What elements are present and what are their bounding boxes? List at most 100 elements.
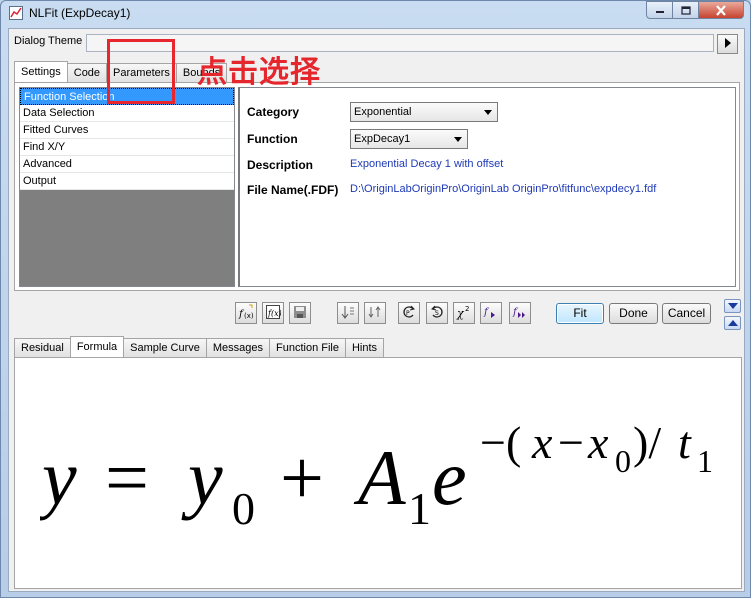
fit-until-done-button[interactable]: f [509,302,531,324]
reset-icon: P [402,305,416,322]
description-value: Exponential Decay 1 with offset [350,158,504,170]
done-button[interactable]: Done [609,303,658,324]
tab-sample-curve[interactable]: Sample Curve [123,338,207,357]
settings-nav-list: Function Selection Data Selection Fitted… [19,87,235,287]
tab-messages[interactable]: Messages [205,338,270,357]
formula-graphic: y = y 0 + A 1 e −( x − x 0 )/ t 1 [35,417,713,534]
tab-residual[interactable]: Residual [14,338,71,357]
category-select[interactable]: Exponential [350,102,498,122]
dialog-theme-field[interactable] [86,34,714,52]
maximize-button[interactable] [672,1,699,19]
one-iteration-icon: f [483,304,499,323]
sort-icon [341,305,355,322]
annotation-text: 点击选择 [197,55,321,90]
svg-text:f: f [512,307,519,318]
svg-text:χ: χ [456,307,465,320]
fit-until-converged-icon [368,305,382,322]
tab-code[interactable]: Code [66,63,108,82]
svg-text:=: = [105,434,149,521]
chi-square-icon: χ2 [456,304,472,323]
new-function-button[interactable]: f (x) [235,302,257,324]
nav-item-fitted-curves[interactable]: Fitted Curves [20,122,234,139]
svg-text:y: y [40,434,77,521]
minimize-icon [655,6,665,14]
svg-text:P: P [406,310,410,317]
svg-text:−(: −( [480,418,521,468]
svg-text:t: t [678,418,692,468]
svg-text:f(x): f(x) [267,309,281,318]
fit-until-done-icon: f [512,304,528,323]
formula-panel: y = y 0 + A 1 e −( x − x 0 )/ t 1 [14,357,742,589]
nlfit-app-icon [9,6,23,20]
close-icon [715,4,727,16]
fit-button[interactable]: Fit [556,303,604,324]
function-label: Function [247,132,298,146]
svg-text:−: − [558,418,584,468]
dialog-theme-label: Dialog Theme [14,35,83,47]
nav-item-find-xy[interactable]: Find X/Y [20,139,234,156]
svg-text:1: 1 [697,443,713,479]
chi-square-button[interactable]: χ2 [453,302,475,324]
new-function-icon: f (x) [238,304,254,323]
svg-text:0: 0 [615,443,631,479]
edit-function-icon: f(x) [265,304,282,323]
annotation-highlight-box [107,39,175,104]
chevron-down-icon [484,110,492,115]
reset-button[interactable]: P [398,302,420,324]
arrow-right-icon [724,37,732,51]
save-function-button[interactable] [289,302,311,324]
tab-settings[interactable]: Settings [14,61,68,82]
edit-function-button[interactable]: f(x) [262,302,284,324]
svg-text:)/: )/ [633,418,661,468]
svg-text:S: S [435,310,439,317]
file-name-label: File Name(.FDF) [247,183,339,197]
category-value: Exponential [354,106,412,118]
undo-icon: S [430,305,444,322]
title-bar[interactable]: NLFit (ExpDecay1) [1,1,750,27]
svg-text:0: 0 [232,483,255,528]
bottom-tab-strip: Residual Formula Sample Curve Messages F… [14,336,385,357]
svg-text:e: e [432,434,467,521]
undo-button[interactable]: S [426,302,448,324]
svg-text:A: A [353,434,406,521]
chevron-down-icon [727,300,738,312]
svg-text:x: x [587,418,609,468]
settings-panel: Function Selection Data Selection Fitted… [14,82,740,291]
svg-text:y: y [181,434,223,521]
nlfit-window: NLFit (ExpDecay1) Dialog Theme Settings … [0,0,751,598]
minimize-button[interactable] [646,1,673,19]
formula-display: y = y 0 + A 1 e −( x − x 0 )/ t 1 [35,417,730,534]
svg-text:x: x [531,418,553,468]
nav-item-data-selection[interactable]: Data Selection [20,105,234,122]
dialog-theme-button[interactable] [717,34,738,54]
file-name-value: D:\OriginLabOriginPro\OriginLab OriginPr… [350,183,657,195]
function-details: Category Exponential Function ExpDecay1 … [238,87,736,287]
svg-text:+: + [280,434,324,521]
description-label: Description [247,158,314,172]
svg-text:f: f [483,307,490,318]
tab-hints[interactable]: Hints [344,338,385,357]
function-select[interactable]: ExpDecay1 [350,129,468,149]
close-button[interactable] [698,1,744,19]
maximize-icon [680,5,691,15]
chevron-up-icon [727,317,738,329]
svg-text:1: 1 [408,483,431,528]
cancel-button[interactable]: Cancel [662,303,711,324]
sort-button[interactable] [337,302,359,324]
dialog-client: Dialog Theme Settings Code Parameters Bo… [8,28,745,592]
tab-function-file[interactable]: Function File [269,338,346,357]
window-title: NLFit (ExpDecay1) [29,6,131,20]
svg-text:(x): (x) [244,312,254,320]
function-value: ExpDecay1 [354,133,411,145]
collapse-button[interactable] [724,299,741,313]
fit-until-converged-button[interactable] [364,302,386,324]
nav-item-advanced[interactable]: Advanced [20,156,234,173]
svg-text:2: 2 [465,305,469,313]
expand-button[interactable] [724,316,741,330]
chevron-down-icon [454,137,462,142]
save-icon [293,305,307,322]
tab-formula[interactable]: Formula [69,336,125,357]
nav-item-output[interactable]: Output [20,173,234,190]
category-label: Category [247,105,300,119]
one-iteration-button[interactable]: f [480,302,502,324]
